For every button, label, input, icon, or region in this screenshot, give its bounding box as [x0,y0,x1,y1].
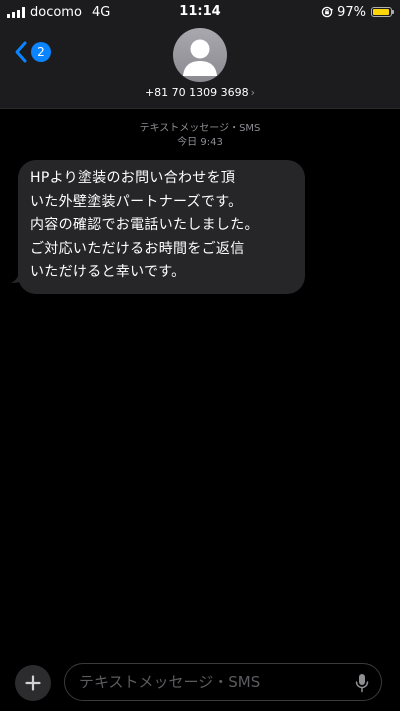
contact-phone-number: +81 70 1309 3698 [144,86,249,99]
back-button[interactable]: 2 [14,40,51,64]
bubble-tail [11,264,30,283]
unread-count-badge: 2 [31,42,51,62]
message-composer[interactable] [64,663,382,701]
message-input[interactable] [79,664,339,700]
status-bar: docomo 4G 11:14 97% [0,0,400,24]
battery-percentage: 97% [337,4,366,20]
message-line: 内容の確認でお電話いたしました。 [30,217,259,233]
thread-meta: テキストメッセージ・SMS 今日 9:43 [0,122,400,150]
apps-plus-button[interactable] [15,665,51,701]
message-timestamp: 今日 9:43 [177,137,223,148]
battery-tip [392,10,394,14]
orientation-lock-icon [321,6,333,18]
contact-avatar[interactable] [173,28,227,82]
status-bar-right: 97% [321,4,394,20]
incoming-message-bubble[interactable]: HPより塗装のお問い合わせを頂 いた外壁塗装パートナーズです。 内容の確認でお電… [18,160,305,294]
person-silhouette-icon [183,39,217,76]
message-line: いた外壁塗装パートナーズです。 [30,193,243,210]
microphone-icon[interactable] [355,673,369,693]
plus-icon [25,675,41,691]
message-line: ご対応いただけるお時間をご返信 [30,240,245,257]
battery-level-fill [373,9,390,15]
service-label: テキストメッセージ・SMS [139,123,261,134]
conversation-header: 2 +81 70 1309 3698 › [0,24,400,109]
chevron-right-icon: › [250,86,256,99]
message-line: HPより塗装のお問い合わせを頂 [30,170,236,186]
chevron-left-icon [15,41,27,63]
battery-icon [371,7,394,17]
contact-name-row[interactable]: +81 70 1309 3698 › [0,86,400,99]
message-line: いただけると幸いです。 [30,264,186,280]
